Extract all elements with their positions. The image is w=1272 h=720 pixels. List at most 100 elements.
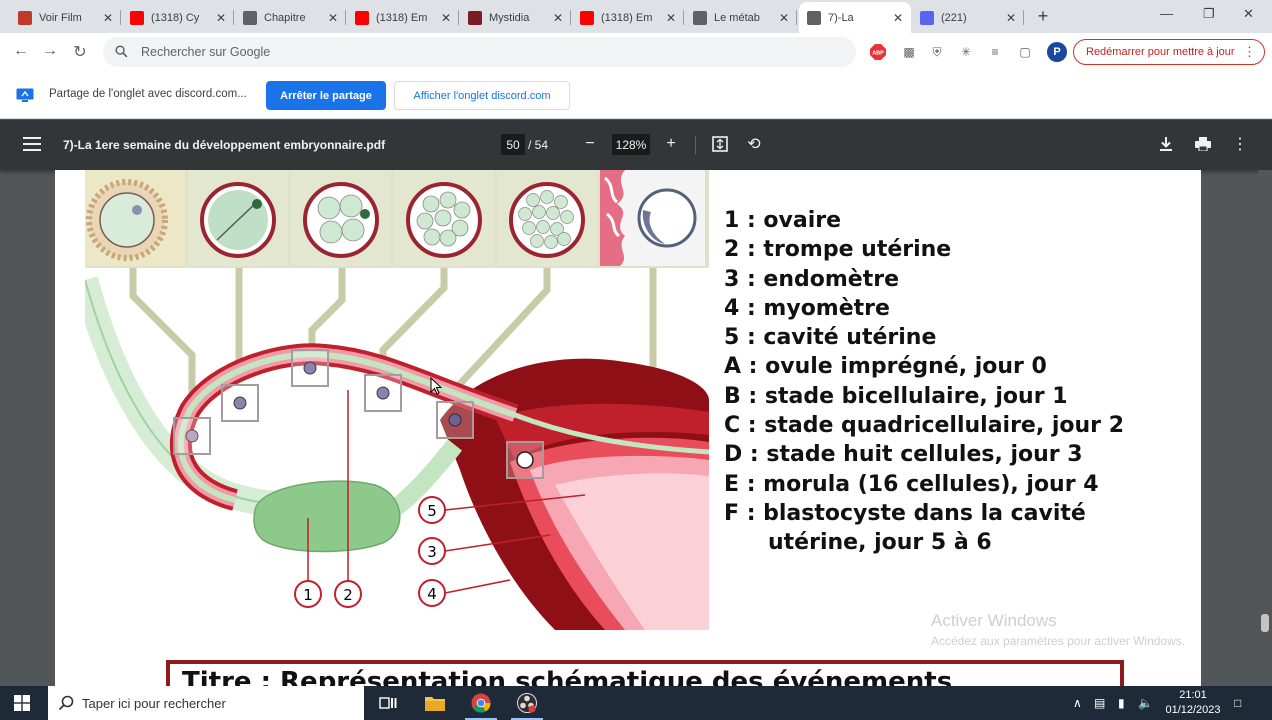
ovary <box>253 480 401 553</box>
rotate-icon[interactable]: ⟲ <box>743 133 765 155</box>
tab-title: Voir Film <box>39 11 82 24</box>
legend-item: 3 : endomètre <box>724 266 900 292</box>
reload-icon[interactable]: ↻ <box>70 42 90 62</box>
adblock-icon[interactable]: ABP <box>869 43 887 61</box>
cell-stage-c-image <box>291 170 391 266</box>
figure-number-2: 2 <box>334 580 362 608</box>
reading-list-icon[interactable]: ≡ <box>986 43 1004 61</box>
stop-sharing-button[interactable]: Arrêter le partage <box>266 81 386 110</box>
obs-taskbar-icon[interactable] <box>505 686 549 720</box>
tab-title: Le métab <box>714 11 760 24</box>
browser-tab[interactable]: (1318) Em ✕ <box>347 2 459 33</box>
menu-icon[interactable] <box>23 137 41 151</box>
print-icon[interactable] <box>1192 133 1214 155</box>
svg-text:2: 2 <box>343 586 353 604</box>
tab-title: (1318) Em <box>601 11 653 24</box>
uterus-tube-diagram: 1 2 5 3 4 <box>85 170 709 630</box>
restart-label: Redémarrer pour mettre à jour <box>1086 46 1235 58</box>
tab-close-icon[interactable]: ✕ <box>1006 11 1016 25</box>
address-bar-placeholder: Rechercher sur Google <box>141 45 271 59</box>
tab-close-icon[interactable]: ✕ <box>893 11 903 25</box>
taskbar-clock[interactable]: 21:01 01/12/2023 <box>1160 688 1226 718</box>
tab-close-icon[interactable]: ✕ <box>553 11 563 25</box>
svg-text:3: 3 <box>427 543 437 561</box>
legend-item: 2 : trompe utérine <box>724 237 952 263</box>
close-window-icon[interactable]: ✕ <box>1243 6 1254 22</box>
back-icon[interactable]: ← <box>11 42 31 60</box>
task-view-icon[interactable] <box>366 686 410 720</box>
zoom-out-icon[interactable]: − <box>579 133 601 155</box>
side-panel-icon[interactable]: ▢ <box>1016 43 1034 61</box>
pdf-scrollbar[interactable] <box>1258 170 1272 686</box>
file-explorer-icon[interactable] <box>413 686 457 720</box>
legend-item: F : blastocyste dans la cavité <box>724 500 1086 526</box>
cell-stage-d-image <box>394 170 494 266</box>
tab-close-icon[interactable]: ✕ <box>216 11 226 25</box>
taskbar-search-placeholder: Taper ici pour rechercher <box>82 695 226 711</box>
fit-page-icon[interactable] <box>709 133 731 155</box>
address-bar[interactable]: Rechercher sur Google <box>103 37 856 67</box>
more-options-icon[interactable]: ⋮ <box>1243 44 1256 60</box>
taskbar-search-icon <box>58 695 74 711</box>
tab-title: (221) <box>941 11 967 24</box>
figure-number-3: 3 <box>418 537 446 565</box>
browser-tab[interactable]: (221) ✕ <box>912 2 1024 33</box>
youtube-icon <box>355 10 369 25</box>
extensions-puzzle-icon[interactable]: ✳ <box>957 43 975 61</box>
scrollbar-thumb[interactable] <box>1261 614 1269 632</box>
chrome-taskbar-icon[interactable] <box>459 686 503 720</box>
clock-date: 01/12/2023 <box>1165 704 1221 716</box>
clock-time: 21:01 <box>1179 689 1207 701</box>
new-tab-button[interactable]: + <box>1033 6 1053 27</box>
notifications-icon[interactable]: □ <box>1234 696 1241 710</box>
activation-subtitle: Accédez aux paramètres pour activer Wind… <box>931 634 1186 648</box>
tab-title: 7)-La <box>828 11 854 24</box>
zoom-level-input[interactable]: 128% <box>612 134 650 155</box>
cell-stage-a-image <box>85 170 185 266</box>
show-hidden-icons-icon[interactable]: ∧ <box>1073 696 1082 710</box>
cell-stage-e-image <box>497 170 597 266</box>
tab-close-icon[interactable]: ✕ <box>666 11 676 25</box>
page-number-input[interactable]: 50 <box>501 134 525 155</box>
browser-tab[interactable]: Chapitre ✕ <box>235 2 346 33</box>
youtube-icon <box>130 10 144 25</box>
svg-text:1: 1 <box>303 586 313 604</box>
figure-legend: 1 : ovaire 2 : trompe utérine 3 : endomètr… <box>724 206 1124 558</box>
browser-tab[interactable]: Le métab ✕ <box>685 2 797 33</box>
restore-window-icon[interactable]: ❐ <box>1203 6 1215 22</box>
zoom-in-icon[interactable]: + <box>660 133 682 155</box>
network-icon[interactable]: ▤ <box>1094 696 1105 710</box>
tab-close-icon[interactable]: ✕ <box>779 11 789 25</box>
taskbar-search-box[interactable]: Taper ici pour rechercher <box>48 686 364 720</box>
legend-continuation: utérine, jour 5 à 6 <box>768 530 992 556</box>
globe-icon <box>693 10 707 25</box>
figure-number-5: 5 <box>418 496 446 524</box>
legend-item: 1 : ovaire <box>724 208 842 233</box>
windows-start-icon[interactable] <box>14 695 30 711</box>
tab-close-icon[interactable]: ✕ <box>328 11 338 25</box>
extension-badge-icon[interactable]: ▩ <box>900 43 918 61</box>
show-shared-tab-button[interactable]: Afficher l'onglet discord.com <box>394 81 570 110</box>
figure-number-4: 4 <box>418 579 446 607</box>
volume-icon[interactable]: 🔈 <box>1138 696 1153 710</box>
tab-close-icon[interactable]: ✕ <box>103 11 113 25</box>
browser-tab[interactable]: 7)-La ✕ <box>799 2 911 33</box>
browser-tab[interactable]: (1318) Cy ✕ <box>122 2 234 33</box>
restart-to-update-button[interactable]: Redémarrer pour mettre à jour ⋮ <box>1073 39 1265 65</box>
browser-tab[interactable]: Mystidia ✕ <box>460 2 571 33</box>
minimize-icon[interactable]: — <box>1160 6 1173 21</box>
more-actions-icon[interactable]: ⋮ <box>1229 133 1251 155</box>
windows-taskbar: Taper ici pour rechercher ∧ ▤ ▮ 🔈 21:01 … <box>0 686 1272 720</box>
battery-icon[interactable]: ▮ <box>1118 696 1125 710</box>
shield-icon[interactable]: ⛨ <box>928 43 946 61</box>
profile-avatar[interactable]: P <box>1047 42 1067 62</box>
download-icon[interactable] <box>1155 133 1177 155</box>
discord-icon <box>920 10 934 25</box>
browser-tab[interactable]: (1318) Em ✕ <box>572 2 684 33</box>
page-total: / 54 <box>528 138 549 152</box>
forward-icon[interactable]: → <box>40 42 60 60</box>
windows-activation-watermark: Activer Windows Accédez aux paramètres p… <box>931 611 1185 648</box>
tab-close-icon[interactable]: ✕ <box>441 11 451 25</box>
browser-tab[interactable]: Voir Film ✕ <box>10 2 121 33</box>
legend-item: 4 : myomètre <box>724 295 890 321</box>
